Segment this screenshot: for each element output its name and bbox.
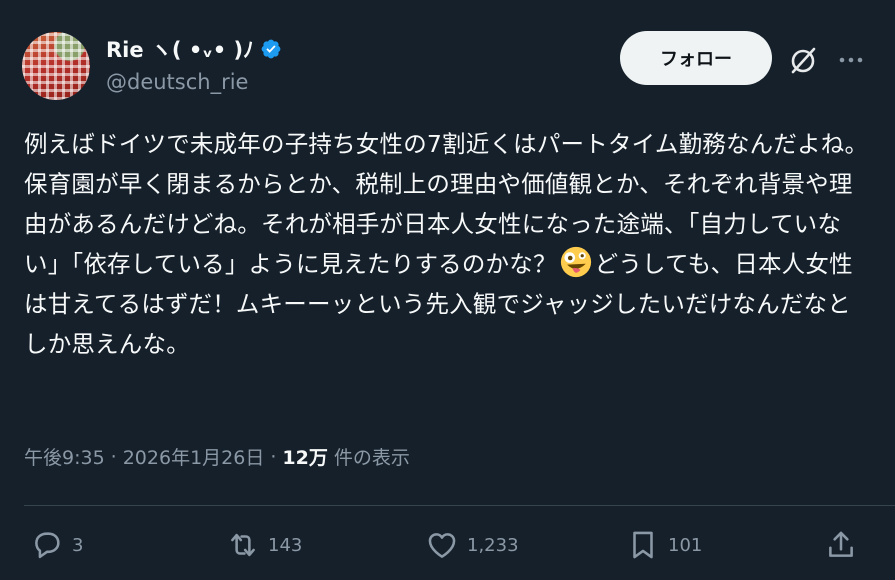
like-button[interactable]: 1,233 <box>425 528 519 562</box>
verified-badge-icon <box>261 39 281 59</box>
bookmark-icon <box>633 531 653 559</box>
meta-separator: · <box>270 445 277 468</box>
repost-count: 143 <box>268 534 303 556</box>
author-handle[interactable]: @deutsch_rie <box>106 70 248 94</box>
zany-face-emoji-icon <box>560 246 591 278</box>
author-name-row: Rie ヽ( •ᵥ• )ﾉ <box>106 34 282 64</box>
tweet-text: 例えばドイツで未成年の子持ち女性の7割近くはパートタイム勤務なんだよね。保育園が… <box>24 124 874 364</box>
grok-icon[interactable] <box>787 44 819 76</box>
repost-button[interactable]: 143 <box>226 528 302 562</box>
follow-button[interactable]: フォロー <box>620 31 772 85</box>
bookmark-button[interactable]: 101 <box>626 528 702 562</box>
views-label: 件の表示 <box>333 447 410 469</box>
share-button[interactable] <box>824 528 858 562</box>
avatar[interactable] <box>22 32 90 100</box>
divider <box>24 505 895 506</box>
meta-separator: · <box>110 445 117 468</box>
tweet-meta: 午後9:35 · 2026年1月26日 · 12万 件の表示 <box>24 443 410 470</box>
reply-button[interactable]: 3 <box>30 528 83 562</box>
tweet-time[interactable]: 午後9:35 <box>24 443 105 470</box>
reply-icon <box>35 532 60 559</box>
views-count: 12万 <box>282 447 328 469</box>
tweet-date[interactable]: 2026年1月26日 <box>123 443 265 470</box>
share-icon <box>829 531 853 557</box>
more-options-icon[interactable] <box>836 47 866 73</box>
repost-icon <box>231 533 255 557</box>
like-count: 1,233 <box>467 534 519 556</box>
bookmark-count: 101 <box>668 534 703 556</box>
reply-count: 3 <box>72 534 84 556</box>
display-name[interactable]: Rie ヽ( •ᵥ• )ﾉ <box>106 34 254 64</box>
heart-icon <box>428 533 456 558</box>
